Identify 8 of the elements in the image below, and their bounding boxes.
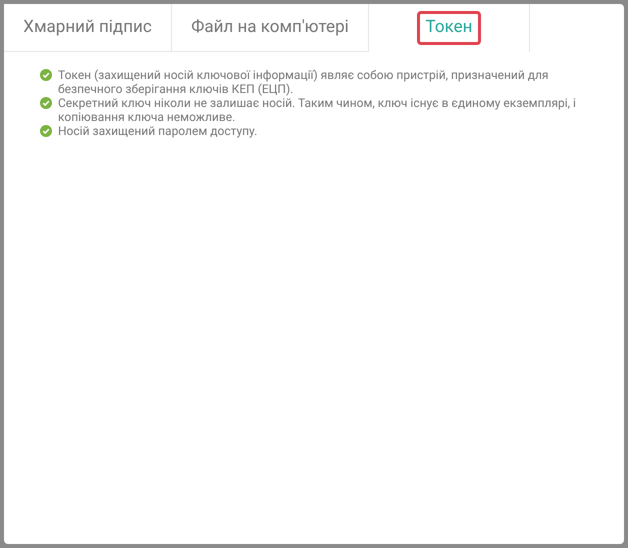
- tab[interactable]: Файл на комп'ютері: [172, 4, 369, 52]
- feature-text: Секретний ключ ніколи не залишає носій. Таким чином, ключ існує в єдиному екземплярі, і копіювання ключа неможливе.: [58, 96, 577, 124]
- check-circle-icon: [40, 97, 52, 109]
- check-circle-icon: [40, 69, 52, 81]
- feature-text: Токен (захищений носій ключової інформації) являє собою пристрій, призначений для безпечного зберігання ключів КЕП (ЕЦП).: [58, 68, 550, 96]
- feature-text: Носій захищений паролем доступу.: [58, 124, 258, 138]
- tab[interactable]: Хмарний підпис: [4, 4, 172, 52]
- check-circle-icon: [40, 125, 52, 137]
